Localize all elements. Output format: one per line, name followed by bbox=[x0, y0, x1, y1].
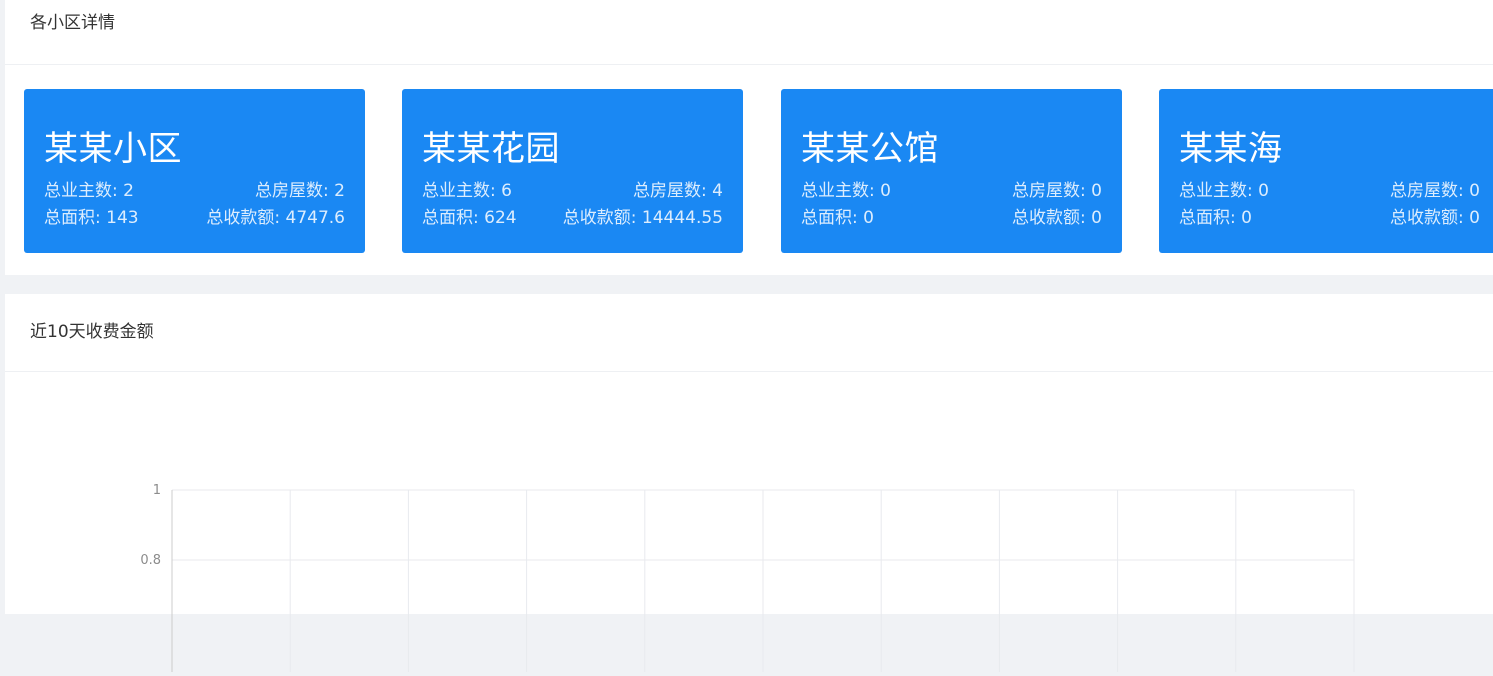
revenue-chart-title: 近10天收费金额 bbox=[5, 294, 1493, 372]
total-area: 总面积: 0 bbox=[1179, 208, 1252, 228]
total-revenue: 总收款额: 14444.55 bbox=[562, 208, 723, 228]
chart-y-tick-label: 0.8 bbox=[140, 553, 161, 568]
community-name: 某某花园 bbox=[422, 129, 560, 169]
total-area: 总面积: 0 bbox=[801, 208, 874, 228]
community-name: 某某小区 bbox=[44, 129, 182, 169]
total-area: 总面积: 624 bbox=[422, 208, 517, 228]
owner-count: 总业主数: 6 bbox=[422, 181, 512, 201]
revenue-chart-panel: 近10天收费金额 1 0.8 bbox=[5, 294, 1493, 672]
community-name: 某某公馆 bbox=[801, 129, 939, 169]
house-count: 总房屋数: 0 bbox=[1390, 181, 1480, 201]
total-revenue: 总收款额: 0 bbox=[1390, 208, 1480, 228]
chart-y-tick-label: 1 bbox=[153, 483, 161, 498]
community-card[interactable]: 某某公馆 总业主数: 0 总房屋数: 0 总面积: 0 总收款额: 0 bbox=[781, 89, 1122, 253]
chart-y-ticks: 10.8 bbox=[140, 483, 161, 568]
communities-panel-title: 各小区详情 bbox=[5, 0, 1493, 65]
house-count: 总房屋数: 4 bbox=[633, 181, 723, 201]
chart-grid bbox=[172, 489, 1355, 672]
revenue-chart: 1 0.8 bbox=[5, 372, 1493, 672]
total-area: 总面积: 143 bbox=[44, 208, 139, 228]
house-count: 总房屋数: 2 bbox=[255, 181, 345, 201]
community-name: 某某海 bbox=[1179, 129, 1283, 169]
revenue-chart-svg: 10.8 bbox=[140, 483, 1355, 672]
community-card[interactable]: 某某花园 总业主数: 6 总房屋数: 4 总面积: 624 总收款额: 1444… bbox=[402, 89, 743, 253]
owner-count: 总业主数: 0 bbox=[801, 181, 891, 201]
owner-count: 总业主数: 0 bbox=[1179, 181, 1269, 201]
communities-panel: 各小区详情 某某小区 总业主数: 2 总房屋数: 2 总面积: 143 总收款额… bbox=[5, 0, 1493, 275]
community-card[interactable]: 某某海 总业主数: 0 总房屋数: 0 总面积: 0 总收款额: 0 bbox=[1159, 89, 1493, 253]
total-revenue: 总收款额: 0 bbox=[1012, 208, 1102, 228]
total-revenue: 总收款额: 4747.6 bbox=[206, 208, 345, 228]
house-count: 总房屋数: 0 bbox=[1012, 181, 1102, 201]
owner-count: 总业主数: 2 bbox=[44, 181, 134, 201]
community-card[interactable]: 某某小区 总业主数: 2 总房屋数: 2 总面积: 143 总收款额: 4747… bbox=[24, 89, 365, 253]
